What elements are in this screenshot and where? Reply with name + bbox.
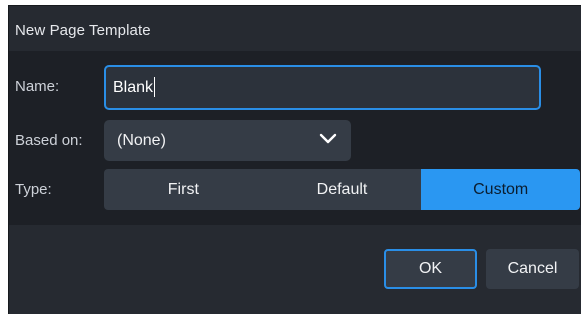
dialog-titlebar: New Page Template [9,6,581,51]
name-label: Name: [15,78,60,95]
chevron-down-icon [319,133,337,144]
based-on-select[interactable]: (None) [104,120,351,161]
based-on-label: Based on: [15,132,83,149]
type-option-first[interactable]: First [104,169,263,210]
type-option-custom[interactable]: Custom [421,169,580,210]
text-caret [154,76,156,97]
cancel-button[interactable]: Cancel [486,249,579,289]
type-option-default[interactable]: Default [263,169,422,210]
type-segmented-control: First Default Custom [104,169,580,210]
name-input-value: Blank [113,79,154,96]
ok-button[interactable]: OK [384,249,477,289]
dialog-title: New Page Template [15,22,151,39]
new-page-template-dialog: New Page Template Name: Blank Based on: … [8,5,581,314]
type-label: Type: [15,181,52,198]
name-input[interactable]: Blank [104,65,541,110]
based-on-select-value: (None) [117,132,166,149]
